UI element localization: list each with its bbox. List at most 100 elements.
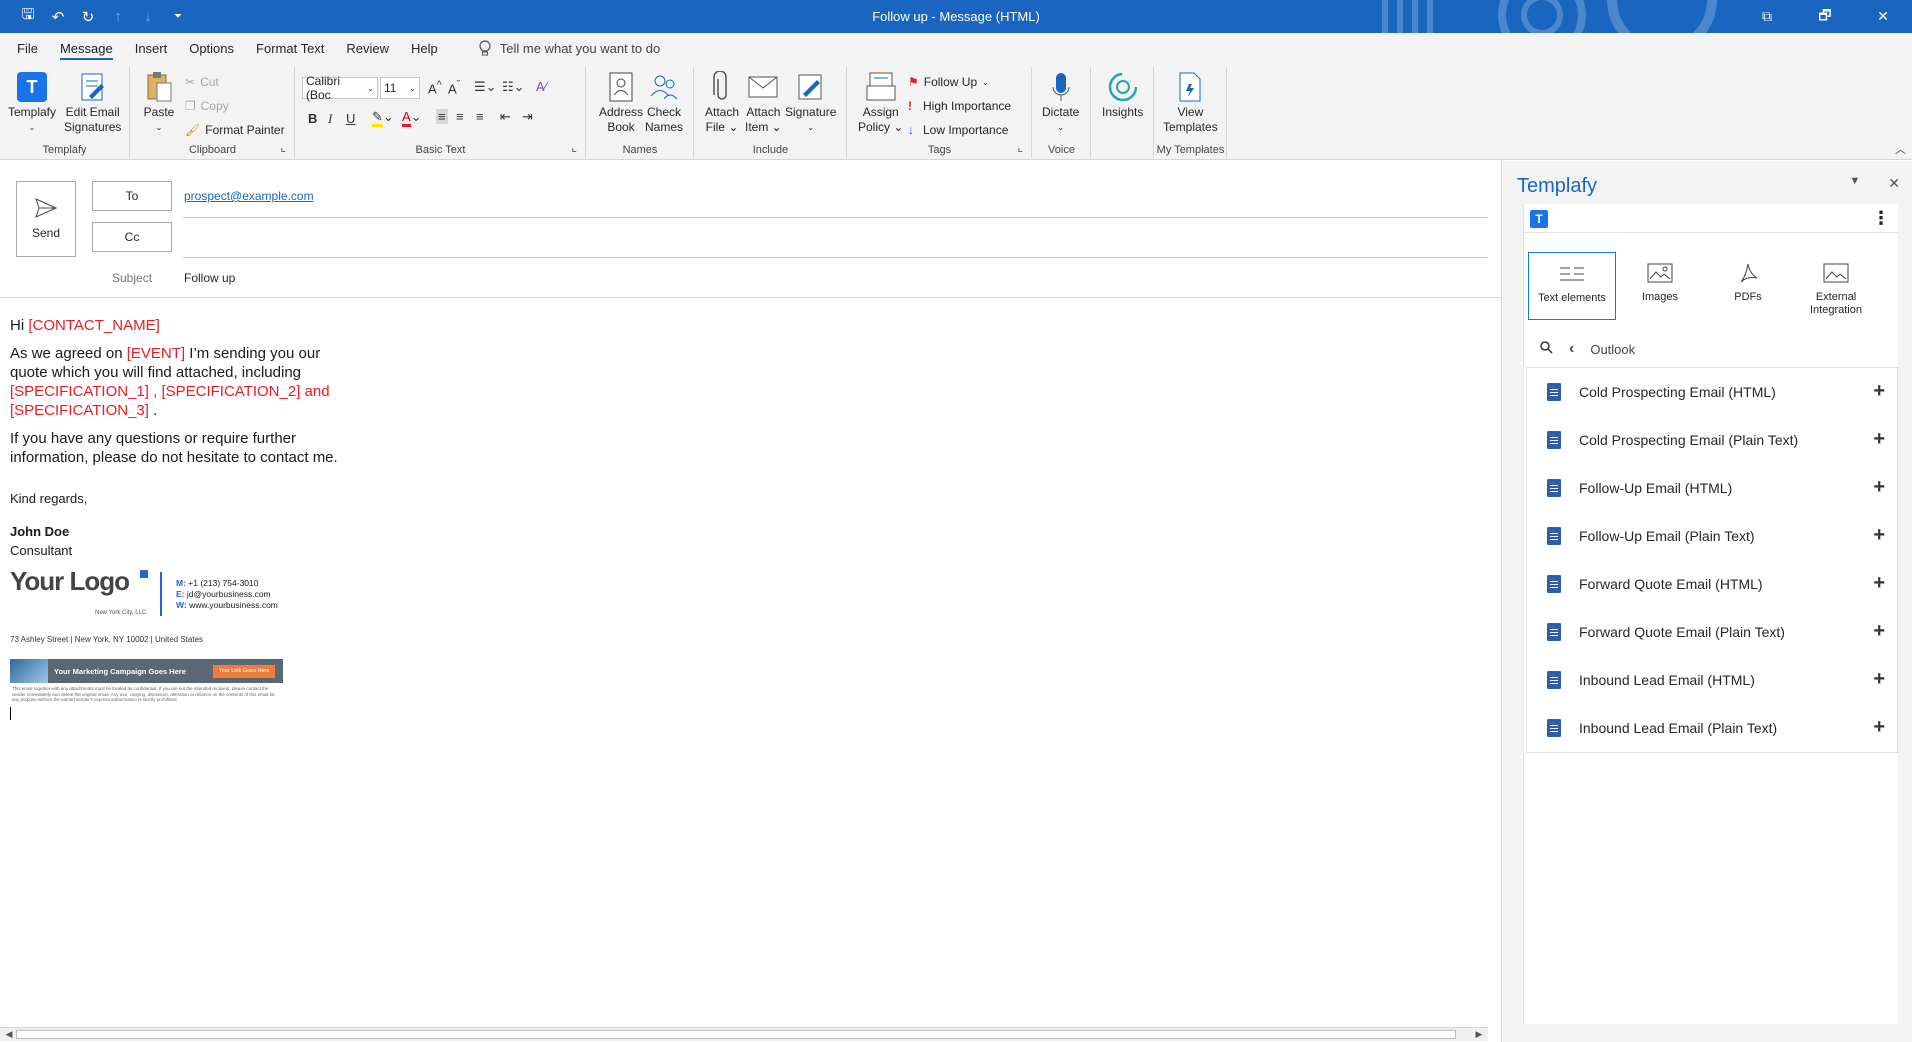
tab-help[interactable]: Help <box>411 33 456 63</box>
undo-icon[interactable]: ↶ <box>48 7 68 27</box>
low-importance-button[interactable]: ↓ Low Importance <box>908 123 1008 137</box>
message-body[interactable]: Hi [CONTACT_NAME] As we agreed on [EVENT… <box>10 316 360 720</box>
insights-button[interactable]: Insights <box>1102 71 1143 120</box>
breadcrumb-outlook[interactable]: Outlook <box>1590 342 1635 357</box>
dialog-launcher-icon[interactable]: ⌞ <box>280 140 286 154</box>
clear-formatting-icon[interactable]: A⁄ <box>536 79 547 94</box>
grow-font-icon[interactable]: A^ <box>428 79 442 96</box>
category-images[interactable]: Images <box>1616 252 1704 320</box>
category-external-integration[interactable]: External Integration <box>1792 252 1880 320</box>
marketing-banner[interactable]: Your Marketing Campaign Goes Here Your L… <box>10 659 283 683</box>
edit-email-signatures-button[interactable]: Edit Email Signatures <box>64 71 121 135</box>
add-icon[interactable]: + <box>1873 524 1885 547</box>
underline-icon[interactable]: U <box>346 111 355 126</box>
banner-cta-button[interactable]: Your Link Goes Here <box>213 665 275 678</box>
font-color-icon[interactable]: A⌄ <box>402 109 422 127</box>
close-pane-icon[interactable]: ✕ <box>1888 175 1900 192</box>
high-importance-button[interactable]: ! High Importance <box>908 99 1011 113</box>
tell-me-search[interactable]: Tell me what you want to do <box>478 40 660 56</box>
scroll-right-icon[interactable]: ▶ <box>1472 1028 1486 1041</box>
bullets-icon[interactable]: ☰⌄ <box>474 79 497 95</box>
add-icon[interactable]: + <box>1873 476 1885 499</box>
attach-file-button[interactable]: Attach File ⌄ <box>705 71 739 135</box>
paragraph-quote: As we agreed on [EVENT] I’m sending you … <box>10 345 330 419</box>
follow-up-button[interactable]: ⚑ Follow Up ⌄ <box>908 75 989 89</box>
add-icon[interactable]: + <box>1873 428 1885 451</box>
numbering-icon[interactable]: ☷⌄ <box>502 79 525 95</box>
placeholder-spec-2: [SPECIFICATION_2] <box>161 383 301 400</box>
next-item-icon[interactable]: ↓ <box>138 7 158 27</box>
dictate-button[interactable]: Dictate ⌄ <box>1042 71 1079 135</box>
assign-policy-button[interactable]: Assign Policy ⌄ <box>858 71 903 135</box>
font-size-dropdown[interactable]: 11 ⌄ <box>380 77 420 99</box>
to-button[interactable]: To <box>92 181 172 211</box>
increase-indent-icon[interactable]: ⇥ <box>522 109 533 125</box>
list-item[interactable]: Follow-Up Email (HTML) + <box>1527 464 1897 512</box>
paste-button[interactable]: Paste ⌄ <box>143 71 175 135</box>
redo-icon[interactable]: ↻ <box>78 7 98 27</box>
list-item[interactable]: Forward Quote Email (HTML) + <box>1527 560 1897 608</box>
list-item[interactable]: Follow-Up Email (Plain Text) + <box>1527 512 1897 560</box>
tab-options[interactable]: Options <box>189 33 252 63</box>
signature-email[interactable]: jd@yourbusiness.com <box>187 589 271 599</box>
tab-review[interactable]: Review <box>346 33 407 63</box>
list-item[interactable]: Cold Prospecting Email (Plain Text) + <box>1527 416 1897 464</box>
signature-address: 73 Ashley Street | New York, NY 10002 | … <box>10 635 204 644</box>
italic-icon[interactable]: I <box>328 111 332 127</box>
collapse-ribbon-icon[interactable]: ︿ <box>1895 141 1906 157</box>
previous-item-icon[interactable]: ↑ <box>108 7 128 27</box>
save-icon[interactable]: 🖫 <box>18 6 38 27</box>
tab-format-text[interactable]: Format Text <box>256 33 342 63</box>
align-left-icon[interactable]: ≡ <box>436 109 448 124</box>
list-item[interactable]: Inbound Lead Email (Plain Text) + <box>1527 704 1897 752</box>
pane-options-icon[interactable]: ▼ <box>1849 175 1860 192</box>
check-names-button[interactable]: Check Names <box>645 71 683 135</box>
scroll-left-icon[interactable]: ◀ <box>2 1028 16 1041</box>
add-icon[interactable]: + <box>1873 380 1885 403</box>
bold-icon[interactable]: B <box>308 111 317 126</box>
more-options-icon[interactable]: ⋮ <box>1872 208 1890 229</box>
category-text-elements[interactable]: Text elements <box>1528 252 1616 320</box>
restore-button[interactable]: 🗗 <box>1796 0 1854 33</box>
list-item[interactable]: Cold Prospecting Email (HTML) + <box>1527 368 1897 416</box>
copy-button[interactable]: ❐ Copy <box>185 99 229 113</box>
tab-file[interactable]: File <box>17 33 56 63</box>
back-arrow-icon[interactable]: ‹ <box>1569 340 1574 358</box>
scrollbar-thumb[interactable] <box>16 1030 1456 1039</box>
to-recipient[interactable]: prospect@example.com <box>184 189 314 203</box>
templafy-button[interactable]: T Templafy ⌄ <box>8 71 56 135</box>
decrease-indent-icon[interactable]: ⇤ <box>500 109 511 125</box>
subject-field[interactable]: Follow up <box>184 271 235 285</box>
address-book-button[interactable]: Address Book <box>599 71 643 135</box>
format-painter-button[interactable]: 🖌 Format Painter <box>185 123 285 137</box>
highlight-icon[interactable]: ✎⌄ <box>372 109 394 127</box>
send-button[interactable]: Send <box>16 181 76 257</box>
add-icon[interactable]: + <box>1873 620 1885 643</box>
add-icon[interactable]: + <box>1873 668 1885 691</box>
list-item[interactable]: Forward Quote Email (Plain Text) + <box>1527 608 1897 656</box>
add-icon[interactable]: + <box>1873 572 1885 595</box>
customize-toolbar-icon[interactable]: ⏷ <box>168 7 188 27</box>
category-pdfs[interactable]: PDFs <box>1704 252 1792 320</box>
dialog-launcher-icon[interactable]: ⌞ <box>571 140 577 154</box>
close-window-button[interactable]: ✕ <box>1854 0 1912 33</box>
signature-button[interactable]: Signature ⌄ <box>785 71 836 135</box>
cut-button[interactable]: ✂ Cut <box>185 75 219 89</box>
align-center-icon[interactable]: ≡ <box>456 109 464 124</box>
dialog-launcher-icon[interactable]: ⌞ <box>1017 140 1023 154</box>
cc-button[interactable]: Cc <box>92 222 172 252</box>
tab-insert[interactable]: Insert <box>135 33 186 63</box>
list-item-label: Inbound Lead Email (HTML) <box>1579 672 1755 688</box>
add-icon[interactable]: + <box>1873 716 1885 739</box>
search-icon[interactable] <box>1540 341 1553 357</box>
font-family-dropdown[interactable]: Calibri (Boc ⌄ <box>302 74 378 102</box>
signature-website[interactable]: www.yourbusiness.com <box>189 600 278 610</box>
list-item[interactable]: Inbound Lead Email (HTML) + <box>1527 656 1897 704</box>
shrink-font-icon[interactable]: Aˇ <box>448 79 460 96</box>
attach-item-button[interactable]: Attach Item ⌄ <box>745 71 782 135</box>
ribbon-display-options-button[interactable]: ⧉ <box>1738 0 1796 33</box>
align-right-icon[interactable]: ≡ <box>476 109 484 124</box>
view-templates-button[interactable]: View Templates <box>1163 71 1218 135</box>
horizontal-scrollbar[interactable]: ◀ ▶ <box>0 1027 1488 1041</box>
tab-message[interactable]: Message <box>59 33 131 63</box>
